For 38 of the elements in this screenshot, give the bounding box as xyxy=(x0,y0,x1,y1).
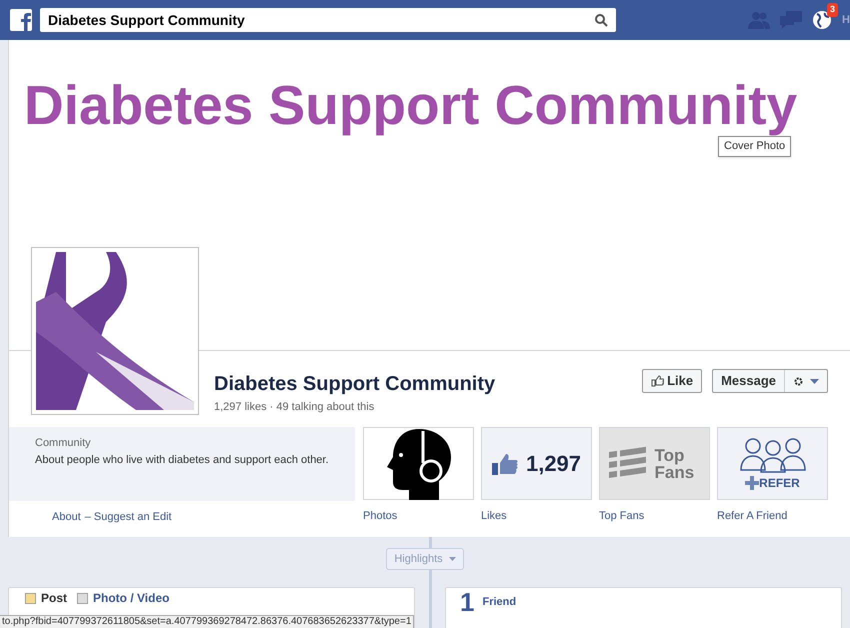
about-link[interactable]: About xyxy=(52,509,81,526)
likes-count: 1,297 xyxy=(526,450,582,478)
composer-tab[interactable]: Photo / Video xyxy=(77,592,170,604)
app-label[interactable]: Photos xyxy=(363,508,474,524)
composer-tab[interactable]: Post xyxy=(25,592,68,604)
friend-label[interactable]: Friend xyxy=(482,594,516,610)
search-icon[interactable] xyxy=(595,14,608,26)
thumbs-up-icon xyxy=(651,375,664,387)
app-tile[interactable]: 1,297 xyxy=(481,427,592,500)
about-link[interactable]: – Suggest an Edit xyxy=(84,509,172,526)
status-url: to.php?fbid=407799372611805&set=a.407799369278472.86376.407683652623377&type=1 xyxy=(0,615,414,628)
caret-icon xyxy=(448,557,456,561)
plus-icon xyxy=(745,476,760,490)
caret-icon xyxy=(810,378,819,384)
notification-badge: 3 xyxy=(826,3,838,16)
refer-tile-text: REFER xyxy=(759,474,800,492)
friend-count: 1 xyxy=(460,588,474,616)
top-fans-tile-text: Top Fans xyxy=(654,446,696,480)
cover-photo[interactable]: Diabetes Support Community Cover Photo xyxy=(9,40,850,350)
thumbs-up-icon xyxy=(492,452,518,476)
tooltip: Cover Photo xyxy=(718,136,792,156)
app-label[interactable]: Top Fans xyxy=(599,508,710,524)
like-button[interactable]: Like xyxy=(642,369,702,393)
search-bar[interactable]: Diabetes Support Community xyxy=(40,8,616,32)
logo-icon[interactable] xyxy=(10,9,32,31)
description: About people who live with diabetes and support each other. xyxy=(35,452,330,468)
category: Community xyxy=(35,436,92,451)
globe-icon[interactable] xyxy=(812,10,832,30)
app-tile[interactable]: REFER xyxy=(717,427,828,500)
app-label[interactable]: Refer A Friend xyxy=(717,508,828,524)
app-label[interactable]: Likes xyxy=(481,508,592,524)
gear-icon xyxy=(793,376,804,386)
page-stats: 1,297 likes · 49 talking about this xyxy=(214,400,376,415)
search-field[interactable]: Diabetes Support Community xyxy=(48,10,595,30)
app-tile[interactable] xyxy=(363,427,474,500)
app-tile[interactable]: Top Fans xyxy=(599,427,710,500)
page-name: Diabetes Support Community xyxy=(214,372,496,397)
cover-title: Diabetes Support Community xyxy=(23,73,798,133)
